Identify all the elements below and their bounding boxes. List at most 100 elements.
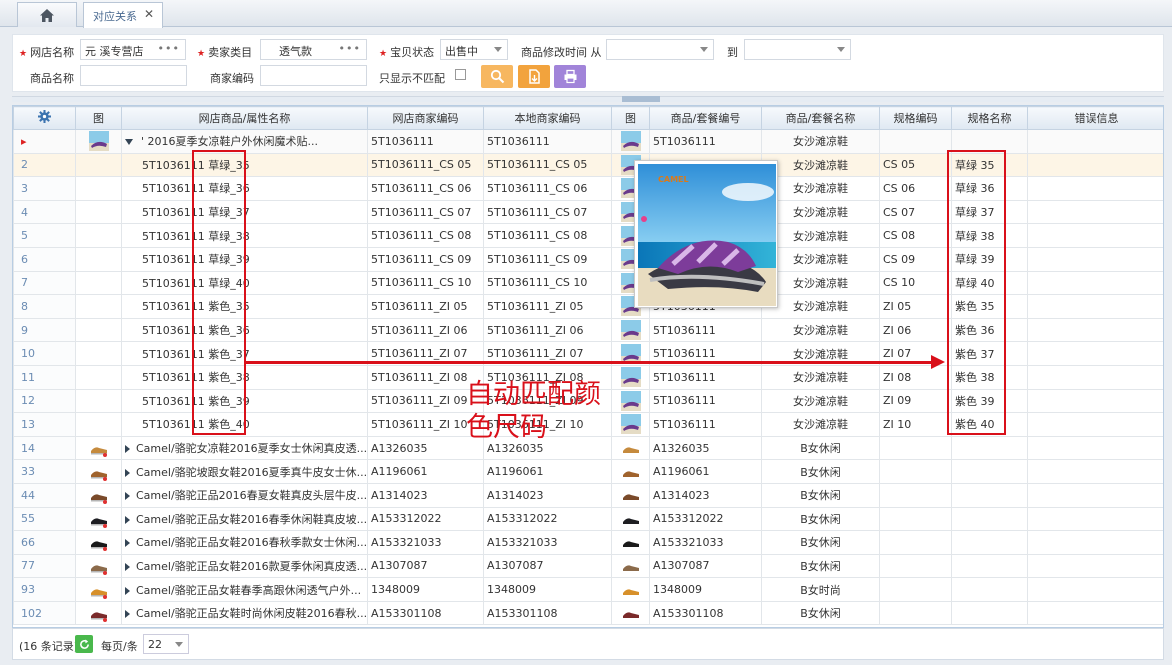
- table-row[interactable]: 93 Camel/骆驼正品女鞋春季高跟休闲透气户外... 1348009 134800…: [13, 577, 1163, 602]
- row-pointer-icon: ▸: [13, 129, 76, 154]
- local-thumbnail[interactable]: [620, 555, 641, 576]
- col-local-code[interactable]: 本地商家编码: [483, 106, 612, 130]
- product-thumbnail[interactable]: [88, 508, 109, 529]
- spec-code-cell: CS 09: [879, 246, 952, 272]
- home-tab[interactable]: [17, 2, 77, 27]
- product-thumbnail[interactable]: [620, 320, 641, 341]
- search-button[interactable]: [481, 65, 513, 88]
- tab-mapping[interactable]: 对应关系 ✕: [83, 2, 163, 28]
- shop-product-cell[interactable]: Camel/骆驼坡跟女鞋2016夏季真牛皮女士休...: [121, 459, 368, 484]
- col-spec-code[interactable]: 规格编码: [879, 106, 952, 130]
- shop-product-cell[interactable]: Camel/骆驼正品女鞋2016春季休闲鞋真皮坡...: [121, 506, 368, 532]
- col-image-2[interactable]: 图: [611, 106, 650, 130]
- per-page-select[interactable]: 22: [143, 634, 189, 654]
- image-cell: [75, 341, 122, 366]
- product-thumbnail[interactable]: [88, 603, 109, 624]
- merchant-code-input[interactable]: [260, 65, 367, 86]
- table-row[interactable]: 66 Camel/骆驼正品女鞋2016春秋季款女士休闲... A153321033 A…: [13, 530, 1163, 555]
- expand-icon[interactable]: [125, 515, 130, 524]
- collapse-icon[interactable]: [125, 139, 133, 146]
- product-thumbnail[interactable]: [88, 555, 109, 576]
- table-row[interactable]: 55 Camel/骆驼正品女鞋2016春季休闲鞋真皮坡... A153312022 A…: [13, 506, 1163, 532]
- seller-cat-label: ★ 卖家类目: [197, 46, 253, 59]
- product-name-input[interactable]: [80, 65, 187, 86]
- product-thumbnail[interactable]: [88, 461, 109, 482]
- table-row[interactable]: 44 Camel/骆驼正品2016春夏女鞋真皮头层牛皮... A1314023 A13…: [13, 482, 1163, 508]
- expand-icon[interactable]: [125, 468, 130, 477]
- shop-code-cell: 5T1036111_CS 08: [367, 223, 484, 248]
- product-thumbnail[interactable]: [88, 532, 109, 553]
- spec-name-cell: [951, 459, 1028, 484]
- refresh-button[interactable]: [75, 635, 93, 653]
- col-shop-product[interactable]: 网店商品/属性名称: [121, 106, 368, 130]
- settings-header[interactable]: [13, 106, 76, 130]
- expand-icon[interactable]: [125, 610, 130, 619]
- modified-to-select[interactable]: [744, 39, 851, 60]
- local-thumbnail[interactable]: [620, 579, 641, 600]
- shop-product-cell[interactable]: Camel/骆驼正品女鞋春季高跟休闲透气户外...: [121, 577, 368, 602]
- product-thumbnail[interactable]: [620, 131, 641, 152]
- print-button[interactable]: [554, 65, 586, 88]
- col-pkg-name[interactable]: 商品/套餐名称: [761, 106, 880, 130]
- status-select[interactable]: 出售中: [440, 39, 508, 60]
- ellipsis-icon[interactable]: •••: [158, 42, 180, 55]
- seller-cat-field[interactable]: 透气款 •••: [260, 39, 367, 60]
- shop-name-field[interactable]: 元 溪专营店 •••: [80, 39, 186, 60]
- local-thumbnail[interactable]: [620, 603, 641, 624]
- expand-icon[interactable]: [125, 492, 130, 501]
- close-icon[interactable]: ✕: [144, 7, 154, 21]
- row-number: 7: [13, 270, 76, 296]
- col-image[interactable]: 图: [75, 106, 122, 130]
- panel-splitter[interactable]: [12, 96, 1164, 102]
- pkg-name-cell: 女沙滩凉鞋: [761, 388, 880, 414]
- product-thumbnail[interactable]: [88, 131, 109, 152]
- image-cell: [611, 600, 650, 626]
- col-error[interactable]: 错误信息: [1027, 106, 1163, 130]
- spec-code-cell: CS 06: [879, 176, 952, 201]
- local-thumbnail[interactable]: [620, 461, 641, 482]
- shop-product-cell[interactable]: Camel/骆驼正品女鞋2016春秋季款女士休闲...: [121, 530, 368, 555]
- pkg-no-cell: 5T1036111: [649, 388, 762, 414]
- local-thumbnail[interactable]: [620, 508, 641, 529]
- expand-icon[interactable]: [125, 445, 130, 454]
- product-thumbnail[interactable]: [88, 438, 109, 459]
- collapse-handle[interactable]: [622, 96, 660, 102]
- expand-icon[interactable]: [125, 539, 130, 548]
- col-spec-name[interactable]: 规格名称: [951, 106, 1028, 130]
- product-thumbnail[interactable]: [620, 390, 641, 411]
- row-number: 12: [13, 388, 76, 414]
- product-thumbnail[interactable]: [620, 367, 641, 388]
- spec-code-cell: ZI 09: [879, 388, 952, 414]
- row-number: 14: [13, 435, 76, 461]
- shop-product-cell[interactable]: Camel/骆驼正品女鞋2016款夏季休闲真皮透...: [121, 553, 368, 579]
- image-cell: [611, 435, 650, 461]
- shop-code-cell: A153321033: [367, 530, 484, 555]
- product-thumbnail[interactable]: [88, 579, 109, 600]
- product-thumbnail[interactable]: [88, 485, 109, 506]
- shop-product-cell[interactable]: Camel/骆驼女凉鞋2016夏季女士休闲真皮透...: [121, 435, 368, 461]
- local-thumbnail[interactable]: [620, 532, 641, 553]
- expand-icon[interactable]: [125, 586, 130, 595]
- local-thumbnail[interactable]: [620, 485, 641, 506]
- col-pkg-no[interactable]: 商品/套餐编号: [649, 106, 762, 130]
- col-shop-code[interactable]: 网店商家编码: [367, 106, 484, 130]
- product-thumbnail[interactable]: [620, 414, 641, 435]
- error-cell: [1027, 223, 1163, 248]
- per-page-label: 每页/条: [101, 640, 138, 653]
- arrow-right-icon: [931, 355, 945, 369]
- table-row[interactable]: 77 Camel/骆驼正品女鞋2016款夏季休闲真皮透... A1307087 A13…: [13, 553, 1163, 579]
- error-cell: [1027, 577, 1163, 602]
- table-row[interactable]: 102 Camel/骆驼正品女鞋时尚休闲皮鞋2016春秋... A153301108…: [13, 600, 1163, 626]
- export-button[interactable]: [518, 65, 550, 88]
- spec-name-cell: [951, 577, 1028, 602]
- gear-icon[interactable]: [38, 110, 51, 123]
- shop-product-cell[interactable]: Camel/骆驼正品2016春夏女鞋真皮头层牛皮...: [121, 482, 368, 508]
- local-thumbnail[interactable]: [620, 438, 641, 459]
- expand-icon[interactable]: [125, 562, 130, 571]
- unmatched-only-checkbox[interactable]: [455, 69, 466, 80]
- pkg-name-cell: 女沙滩凉鞋: [761, 152, 880, 178]
- modified-from-select[interactable]: [606, 39, 714, 60]
- shop-product-cell[interactable]: Camel/骆驼正品女鞋时尚休闲皮鞋2016春秋...: [121, 600, 368, 626]
- ellipsis-icon[interactable]: •••: [339, 42, 361, 55]
- table-row[interactable]: 33 Camel/骆驼坡跟女鞋2016夏季真牛皮女士休... A1196061 A11…: [13, 459, 1163, 484]
